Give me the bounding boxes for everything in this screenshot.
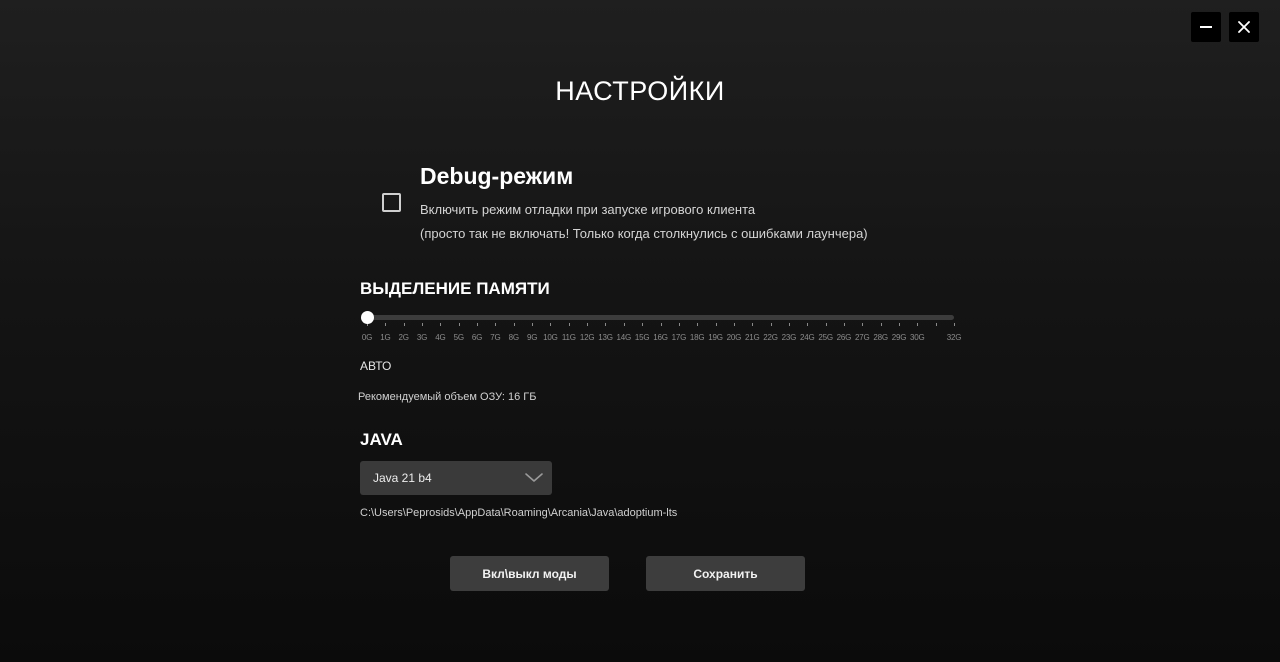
slider-tick-label: 28G (873, 333, 888, 342)
memory-slider-thumb[interactable] (360, 311, 374, 324)
java-section-title: JAVA (360, 430, 403, 449)
slider-tick-label: 4G (435, 333, 446, 342)
slider-tick (458, 323, 460, 326)
slider-tick-label: 1G (380, 333, 391, 342)
slider-tick-label: 15G (634, 333, 650, 342)
slider-tick-label: 2G (398, 333, 409, 342)
slider-tick (642, 323, 644, 326)
slider-tick-label: 12G (579, 333, 595, 342)
slider-tick (954, 323, 955, 326)
slider-tick (513, 323, 515, 326)
toggle-mods-button[interactable]: Вкл\выкл моды (450, 556, 609, 591)
slider-tick-label: 6G (471, 333, 483, 342)
slider-tick-label: 30G (910, 333, 925, 342)
slider-tick (568, 323, 570, 326)
slider-tick-label: 25G (818, 333, 833, 342)
minimize-button[interactable] (1191, 12, 1221, 42)
slider-tick (385, 323, 387, 326)
slider-tick (495, 323, 497, 326)
debug-mode-title: Debug-режим (420, 163, 574, 189)
save-button[interactable]: Сохранить (646, 556, 805, 591)
slider-tick (440, 323, 442, 326)
memory-current-value: АВТО (360, 359, 392, 373)
slider-tick-label: 26G (836, 333, 852, 342)
slider-tick-label: 13G (598, 333, 613, 342)
recommended-ram-text: Рекомендуемый объем ОЗУ: 16 ГБ (358, 391, 537, 403)
slider-tick (623, 323, 625, 326)
slider-tick-label: 21G (744, 333, 760, 342)
slider-tick (825, 323, 827, 326)
debug-checkbox[interactable] (382, 193, 401, 212)
page-title: НАСТРОЙКИ (555, 76, 725, 106)
slider-tick (807, 323, 809, 326)
slider-tick (678, 323, 680, 326)
slider-tick-label: 7G (490, 333, 501, 342)
slider-tick (862, 323, 864, 326)
slider-tick-label: 8G (508, 333, 519, 342)
slider-tick (477, 323, 479, 326)
memory-slider[interactable]: 0G 1G 2G 3G 4G 5G 6G 7G 8G 9G 10G 11G 12G 13G 14G 15G 16… (360, 309, 962, 349)
slider-tick (733, 323, 735, 326)
close-icon (1238, 21, 1250, 33)
slider-tick (550, 323, 552, 326)
slider-tick (880, 323, 882, 326)
slider-tick (587, 323, 589, 326)
slider-tick-label: 18G (689, 333, 705, 342)
slider-tick (715, 323, 717, 326)
slider-tick-label: 24G (799, 333, 815, 342)
slider-tick-label: 29G (891, 333, 907, 342)
slider-tick (843, 323, 845, 326)
chevron-down-icon (525, 473, 543, 482)
slider-tick (422, 323, 424, 326)
slider-tick-label: 20G (726, 333, 742, 342)
close-button[interactable] (1229, 12, 1259, 42)
slider-tick-label: 22G (763, 333, 778, 342)
slider-tick-label: 5G (453, 333, 464, 342)
slider-tick (403, 323, 405, 326)
minimize-icon (1200, 26, 1212, 28)
memory-slider-track[interactable] (367, 315, 954, 320)
debug-mode-description: Включить режим отладки при запуске игров… (420, 202, 756, 217)
slider-tick-label: 3G (416, 333, 428, 342)
slider-tick-label: 23G (781, 333, 797, 342)
slider-tick-label: 9G (526, 333, 538, 342)
java-version-value: Java 21 b4 (373, 471, 432, 485)
slider-tick-label: 14G (616, 333, 632, 342)
slider-tick-label: 32G (946, 333, 962, 342)
slider-tick-label: 27G (855, 333, 870, 342)
slider-tick-label: 0G (361, 333, 373, 342)
slider-tick-label: 16G (653, 333, 668, 342)
slider-tick (660, 323, 662, 326)
debug-mode-warning: (просто так не включать! Только когда ст… (420, 226, 868, 241)
slider-tick (788, 323, 790, 326)
slider-tick (770, 323, 772, 326)
slider-tick (605, 323, 607, 326)
memory-section-title: ВЫДЕЛЕНИЕ ПАМЯТИ (360, 279, 550, 298)
java-version-select[interactable]: Java 21 b4 (360, 461, 552, 495)
slider-tick-label: 19G (708, 333, 723, 342)
slider-tick (697, 323, 699, 326)
slider-tick (532, 323, 534, 326)
slider-tick-label: 10G (543, 333, 558, 342)
slider-tick (935, 323, 937, 326)
slider-tick (898, 323, 900, 326)
slider-tick (917, 323, 919, 326)
slider-tick (752, 323, 754, 326)
slider-tick-label: 11G (561, 333, 576, 342)
java-path-text: C:\Users\Peprosids\AppData\Roaming\Arcan… (360, 507, 678, 519)
slider-tick-label: 17G (671, 333, 687, 342)
